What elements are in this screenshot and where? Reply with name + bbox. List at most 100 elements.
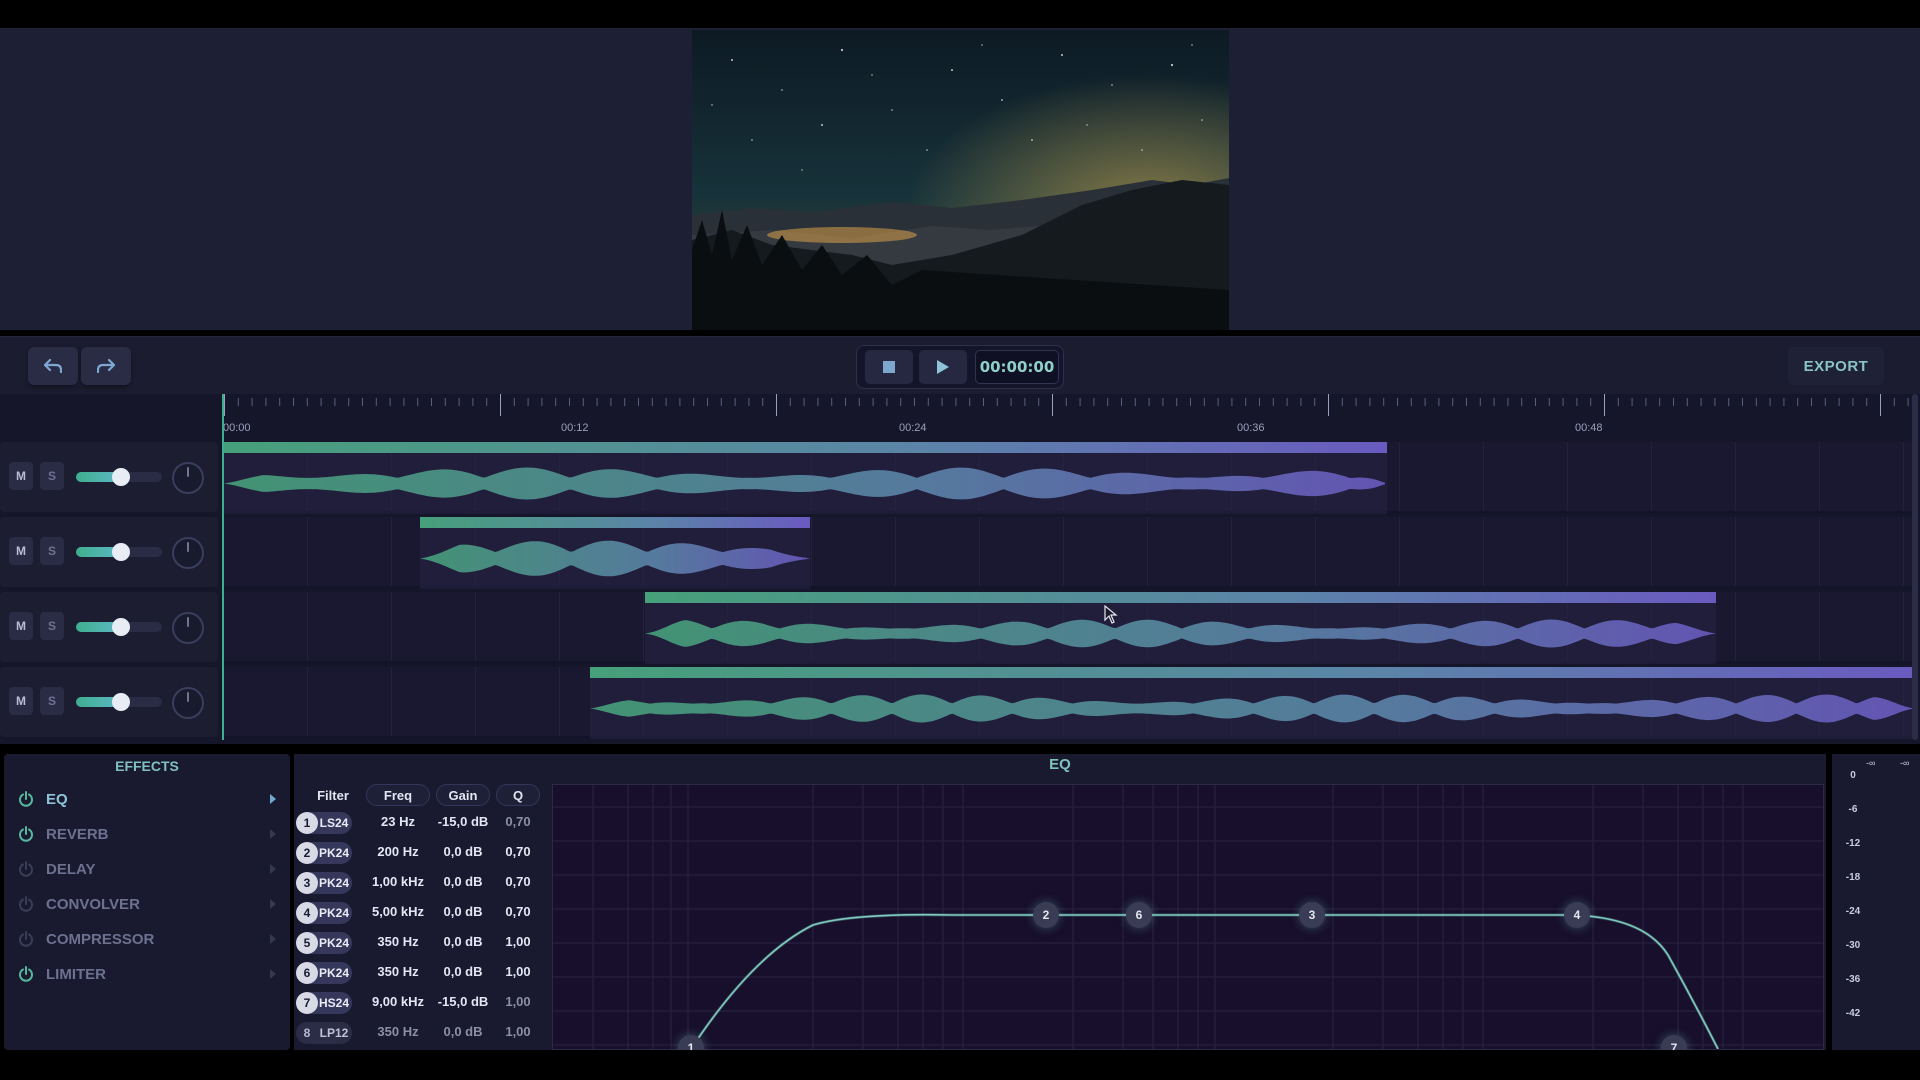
band-freq[interactable]: 350 Hz — [358, 934, 438, 949]
band-q[interactable]: 0,70 — [494, 874, 542, 889]
band-freq[interactable]: 9,00 kHz — [358, 994, 438, 1009]
effect-item-eq[interactable]: EQ — [16, 784, 278, 814]
eq-curve — [553, 785, 1823, 1050]
band-gain[interactable]: 0,0 dB — [428, 934, 498, 949]
track-lane-2 — [224, 517, 1914, 589]
eq-node[interactable]: 3 — [1299, 902, 1325, 928]
clip-handle[interactable] — [224, 442, 1387, 453]
eq-band-row[interactable]: PK24 5 350 Hz 0,0 dB 1,00 — [294, 930, 544, 956]
meter-scale-label: 0 — [1850, 770, 1856, 781]
band-freq[interactable]: 1,00 kHz — [358, 874, 438, 889]
waveform — [224, 467, 1385, 500]
audio-clip[interactable] — [420, 517, 810, 589]
audio-clip[interactable] — [224, 442, 1387, 514]
volume-slider-thumb[interactable] — [112, 543, 130, 561]
undo-button[interactable] — [28, 347, 78, 385]
power-icon[interactable] — [16, 964, 36, 984]
volume-slider-thumb[interactable] — [112, 618, 130, 636]
band-gain[interactable]: -15,0 dB — [428, 994, 498, 1009]
solo-button[interactable]: S — [40, 537, 64, 565]
volume-slider-thumb[interactable] — [112, 468, 130, 486]
eq-response-graph[interactable]: 1 2 6 3 4 7 — [552, 784, 1824, 1061]
eq-band-row[interactable]: HS24 7 9,00 kHz -15,0 dB 1,00 — [294, 990, 544, 1016]
timeline-ruler[interactable]: 00:00 00:12 00:24 00:36 00:48 — [223, 394, 1914, 442]
band-freq[interactable]: 5,00 kHz — [358, 904, 438, 919]
column-header-q[interactable]: Q — [496, 784, 540, 806]
stop-icon — [883, 361, 895, 373]
band-q[interactable]: 1,00 — [494, 934, 542, 949]
eq-band-row[interactable]: PK24 6 350 Hz 0,0 dB 1,00 — [294, 960, 544, 986]
effect-item-limiter[interactable]: LIMITER — [16, 959, 278, 989]
band-gain[interactable]: 0,0 dB — [428, 964, 498, 979]
pan-knob[interactable] — [172, 462, 204, 494]
effect-item-reverb[interactable]: REVERB — [16, 819, 278, 849]
volume-slider[interactable] — [76, 543, 162, 561]
effects-title: EFFECTS — [115, 758, 179, 774]
volume-slider[interactable] — [76, 468, 162, 486]
play-button[interactable] — [919, 350, 967, 384]
band-number: 8 — [296, 1022, 318, 1044]
solo-button[interactable]: S — [40, 462, 64, 490]
clip-handle[interactable] — [590, 667, 1914, 678]
effect-item-delay[interactable]: DELAY — [16, 854, 278, 884]
redo-button[interactable] — [81, 347, 131, 385]
pan-knob[interactable] — [172, 537, 204, 569]
power-icon[interactable] — [16, 894, 36, 914]
timeline-scrollbar[interactable] — [1912, 394, 1918, 740]
track-header-1: M S — [0, 442, 218, 512]
stop-button[interactable] — [865, 350, 913, 384]
power-icon[interactable] — [16, 824, 36, 844]
pan-knob[interactable] — [172, 687, 204, 719]
volume-slider[interactable] — [76, 618, 162, 636]
band-gain[interactable]: -15,0 dB — [428, 814, 498, 829]
band-gain[interactable]: 0,0 dB — [428, 904, 498, 919]
band-freq[interactable]: 350 Hz — [358, 1024, 438, 1039]
band-q[interactable]: 0,70 — [494, 904, 542, 919]
solo-button[interactable]: S — [40, 612, 64, 640]
audio-clip[interactable] — [590, 667, 1914, 739]
eq-band-row[interactable]: LS24 1 23 Hz -15,0 dB 0,70 — [294, 810, 544, 836]
band-q[interactable]: 0,70 — [494, 844, 542, 859]
effect-label: EQ — [46, 790, 68, 808]
clip-handle[interactable] — [645, 592, 1716, 603]
band-freq[interactable]: 350 Hz — [358, 964, 438, 979]
power-icon[interactable] — [16, 929, 36, 949]
audio-clip[interactable] — [645, 592, 1716, 664]
eq-band-row[interactable]: PK24 2 200 Hz 0,0 dB 0,70 — [294, 840, 544, 866]
solo-button[interactable]: S — [40, 687, 64, 715]
band-q[interactable]: 1,00 — [494, 994, 542, 1009]
power-icon[interactable] — [16, 859, 36, 879]
band-q[interactable]: 1,00 — [494, 1024, 542, 1039]
mute-button[interactable]: M — [9, 687, 33, 715]
eq-node[interactable]: 6 — [1126, 902, 1152, 928]
effect-item-convolver[interactable]: CONVOLVER — [16, 889, 278, 919]
eq-band-row[interactable]: LP12 8 350 Hz 0,0 dB 1,00 — [294, 1020, 544, 1046]
pan-knob[interactable] — [172, 612, 204, 644]
band-freq[interactable]: 23 Hz — [358, 814, 438, 829]
power-icon[interactable] — [16, 789, 36, 809]
chevron-right-icon — [270, 864, 276, 874]
eq-band-row[interactable]: PK24 4 5,00 kHz 0,0 dB 0,70 — [294, 900, 544, 926]
clip-handle[interactable] — [420, 517, 810, 528]
mute-button[interactable]: M — [9, 462, 33, 490]
band-freq[interactable]: 200 Hz — [358, 844, 438, 859]
column-header-freq[interactable]: Freq — [366, 784, 430, 806]
volume-slider[interactable] — [76, 693, 162, 711]
mute-button[interactable]: M — [9, 612, 33, 640]
export-button[interactable]: EXPORT — [1788, 347, 1884, 385]
band-gain[interactable]: 0,0 dB — [428, 844, 498, 859]
band-gain[interactable]: 0,0 dB — [428, 1024, 498, 1039]
band-q[interactable]: 1,00 — [494, 964, 542, 979]
meter-scale-label: -42 — [1845, 1008, 1861, 1019]
band-q[interactable]: 0,70 — [494, 814, 542, 829]
column-header-gain[interactable]: Gain — [436, 784, 490, 806]
effect-item-compressor[interactable]: COMPRESSOR — [16, 924, 278, 954]
volume-slider-thumb[interactable] — [112, 693, 130, 711]
mute-button[interactable]: M — [9, 537, 33, 565]
video-preview — [692, 30, 1229, 330]
band-gain[interactable]: 0,0 dB — [428, 874, 498, 889]
eq-band-row[interactable]: PK24 3 1,00 kHz 0,0 dB 0,70 — [294, 870, 544, 896]
eq-node[interactable]: 4 — [1564, 902, 1590, 928]
playhead[interactable] — [222, 394, 224, 740]
eq-node[interactable]: 2 — [1033, 902, 1059, 928]
